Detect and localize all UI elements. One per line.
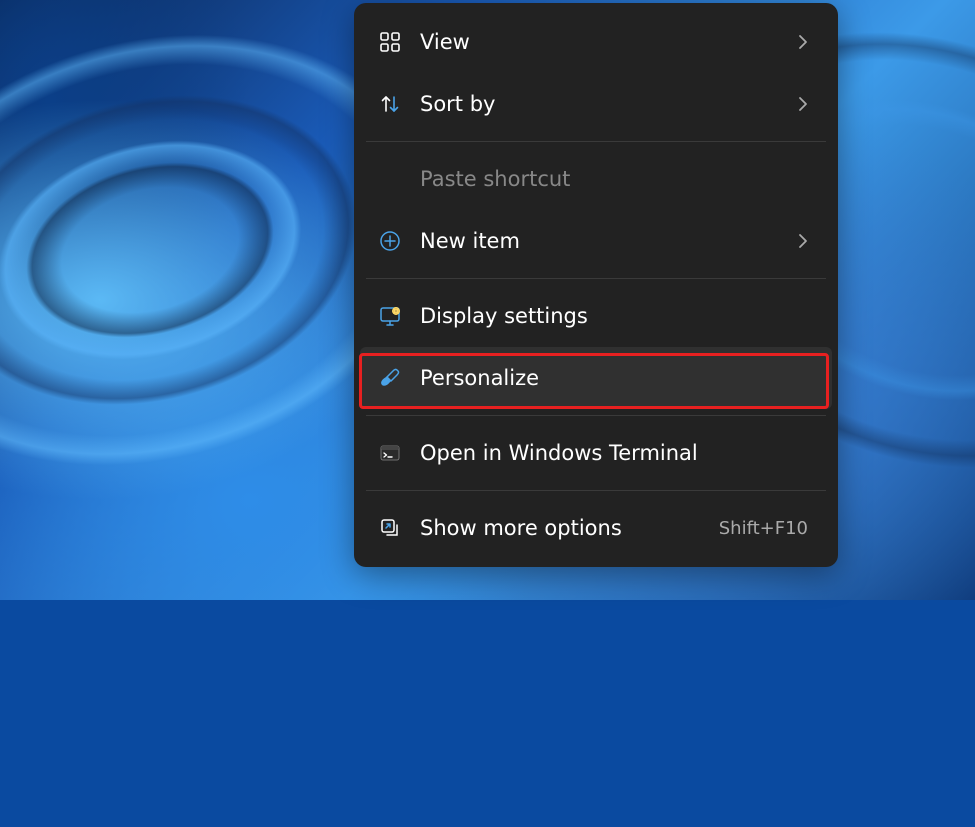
brush-icon: [376, 364, 404, 392]
menu-separator: [366, 490, 826, 491]
menu-item-label: Sort by: [420, 92, 798, 116]
menu-item-personalize[interactable]: Personalize: [360, 347, 832, 409]
plus-circle-icon: [376, 227, 404, 255]
menu-item-label: Display settings: [420, 304, 808, 328]
menu-item-shortcut: Shift+F10: [719, 518, 808, 539]
grid-icon: [376, 28, 404, 56]
display-gear-icon: [376, 302, 404, 330]
menu-separator: [366, 278, 826, 279]
desktop-context-menu: View Sort by: [354, 3, 838, 567]
chevron-right-icon: [798, 233, 808, 249]
sort-icon: [376, 90, 404, 118]
menu-separator: [366, 141, 826, 142]
menu-item-more-options[interactable]: Show more options Shift+F10: [360, 497, 832, 559]
menu-item-label: New item: [420, 229, 798, 253]
more-options-icon: [376, 514, 404, 542]
menu-item-label: View: [420, 30, 798, 54]
menu-item-display-settings[interactable]: Display settings: [360, 285, 832, 347]
menu-item-paste-shortcut: Paste shortcut: [360, 148, 832, 210]
menu-separator: [366, 415, 826, 416]
terminal-icon: [376, 439, 404, 467]
menu-item-label: Personalize: [420, 366, 808, 390]
menu-item-label: Paste shortcut: [420, 167, 808, 191]
menu-item-new[interactable]: New item: [360, 210, 832, 272]
chevron-right-icon: [798, 96, 808, 112]
menu-item-label: Open in Windows Terminal: [420, 441, 808, 465]
chevron-right-icon: [798, 34, 808, 50]
menu-item-terminal[interactable]: Open in Windows Terminal: [360, 422, 832, 484]
menu-item-label: Show more options: [420, 516, 719, 540]
menu-item-view[interactable]: View: [360, 11, 832, 73]
menu-item-sort[interactable]: Sort by: [360, 73, 832, 135]
